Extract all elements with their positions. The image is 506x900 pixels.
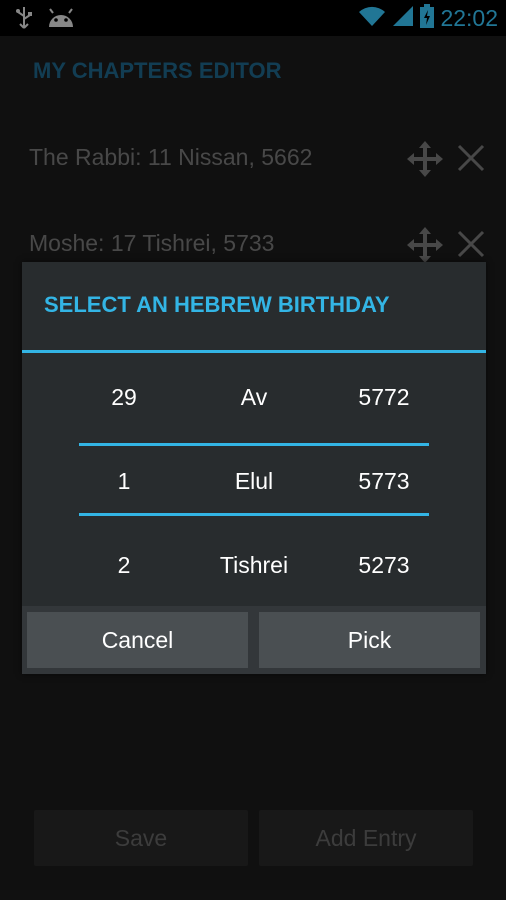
pick-button[interactable]: Pick [259, 612, 480, 668]
month-prev[interactable]: Av [189, 384, 319, 411]
year-next[interactable]: 5273 [319, 552, 449, 579]
day-picker[interactable]: 29 1 2 [59, 352, 189, 610]
dialog-title: SELECT AN HEBREW BIRTHDAY [44, 292, 390, 317]
year-picker[interactable]: 5772 5773 5273 [319, 352, 449, 610]
year-selected[interactable]: 5773 [319, 468, 449, 495]
month-next[interactable]: Tishrei [189, 552, 319, 579]
month-selected[interactable]: Elul [189, 468, 319, 495]
day-prev[interactable]: 29 [59, 384, 189, 411]
day-selected[interactable]: 1 [59, 468, 189, 495]
cancel-button[interactable]: Cancel [27, 612, 248, 668]
hebrew-birthday-dialog: SELECT AN HEBREW BIRTHDAY 29 1 2 Av Elul… [22, 262, 486, 674]
year-prev[interactable]: 5772 [319, 384, 449, 411]
month-picker[interactable]: Av Elul Tishrei [189, 352, 319, 610]
day-next[interactable]: 2 [59, 552, 189, 579]
